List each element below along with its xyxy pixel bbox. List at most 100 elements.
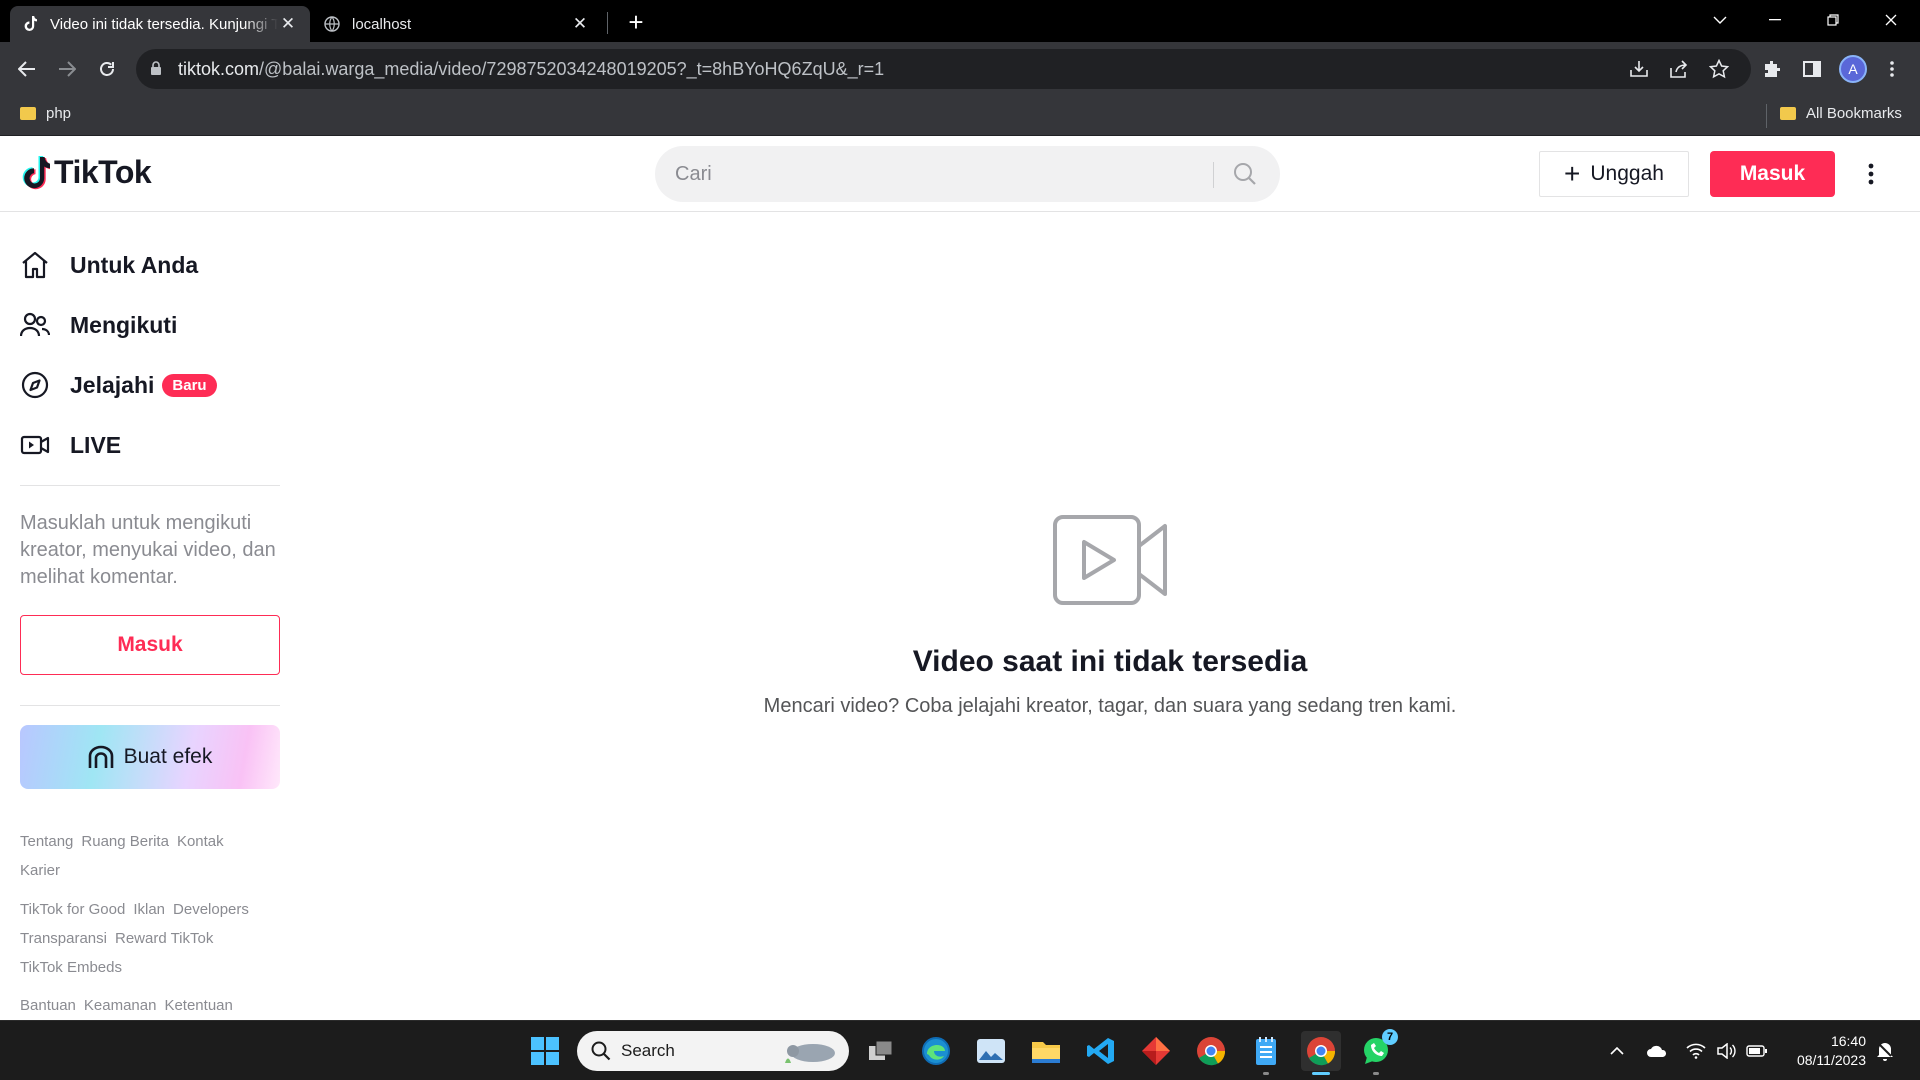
chrome-menu-icon[interactable] bbox=[1876, 53, 1908, 85]
tab-title: Video ini tidak tersedia. Kunjungi TikTo… bbox=[50, 15, 278, 33]
footer-link[interactable]: Keamanan bbox=[84, 997, 157, 1014]
restore-button[interactable] bbox=[1805, 0, 1861, 40]
footer-link[interactable]: Bantuan bbox=[20, 997, 76, 1014]
system-clock[interactable]: 16:40 08/11/2023 bbox=[1780, 1032, 1866, 1070]
plus-icon: + bbox=[1564, 158, 1581, 189]
sidebar-divider bbox=[20, 705, 280, 706]
wifi-icon[interactable] bbox=[1684, 1039, 1708, 1063]
login-hint-text: Masuklah untuk mengikuti kreator, menyuk… bbox=[20, 512, 276, 588]
tiktok-note-icon bbox=[22, 155, 50, 189]
nav-item-live[interactable]: LIVE bbox=[20, 421, 280, 469]
photos-app-icon[interactable] bbox=[971, 1031, 1011, 1071]
bookmarks-divider bbox=[1766, 104, 1767, 128]
manatee-search-highlight-icon bbox=[785, 1044, 835, 1063]
nav-item-explore[interactable]: Jelajahi Baru bbox=[20, 361, 280, 409]
forward-button[interactable] bbox=[51, 53, 83, 85]
running-indicator bbox=[1312, 1072, 1330, 1075]
taskbar-search-label: Search bbox=[621, 1041, 675, 1060]
create-effect-button[interactable]: Buat efek bbox=[20, 725, 280, 789]
search-icon bbox=[591, 1041, 611, 1061]
address-bar[interactable]: tiktok.com/@balai.warga_media/video/7298… bbox=[136, 49, 1751, 89]
tiktok-logo[interactable]: TikTok bbox=[20, 154, 152, 191]
all-bookmarks[interactable]: All Bookmarks bbox=[1780, 105, 1902, 122]
task-view-icon[interactable] bbox=[861, 1031, 901, 1071]
battery-icon[interactable] bbox=[1745, 1039, 1769, 1063]
folder-icon bbox=[1780, 107, 1796, 120]
side-panel-icon[interactable] bbox=[1796, 53, 1828, 85]
chevron-up-icon[interactable] bbox=[1605, 1039, 1629, 1063]
footer-link[interactable]: TikTok Embeds bbox=[20, 959, 122, 976]
browser-tab-strip: Video ini tidak tersedia. Kunjungi TikTo… bbox=[0, 0, 1920, 42]
close-tab-icon[interactable]: ✕ bbox=[278, 14, 298, 34]
tab-divider bbox=[607, 12, 608, 34]
browser-toolbar: tiktok.com/@balai.warga_media/video/7298… bbox=[0, 42, 1920, 96]
bookmark-label: php bbox=[46, 105, 72, 122]
home-icon bbox=[20, 249, 58, 281]
edge-browser-icon[interactable] bbox=[916, 1031, 956, 1071]
lock-icon[interactable] bbox=[150, 61, 162, 81]
compass-icon bbox=[20, 369, 58, 401]
bookmark-php[interactable]: php bbox=[20, 105, 71, 122]
url-text[interactable]: tiktok.com/@balai.warga_media/video/7298… bbox=[178, 59, 884, 80]
live-icon bbox=[20, 429, 58, 461]
onedrive-cloud-icon[interactable] bbox=[1645, 1039, 1669, 1063]
volume-icon[interactable] bbox=[1714, 1039, 1738, 1063]
back-button[interactable] bbox=[11, 53, 43, 85]
browser-tab-localhost[interactable]: localhost ✕ bbox=[312, 6, 602, 42]
notification-bell-icon[interactable] bbox=[1873, 1039, 1897, 1063]
nav-item-for-you[interactable]: Untuk Anda bbox=[20, 241, 280, 289]
whatsapp-icon[interactable]: 7 bbox=[1356, 1029, 1398, 1075]
footer-link[interactable]: TikTok for Good bbox=[20, 901, 125, 918]
logo-wordmark: TikTok bbox=[54, 154, 152, 190]
chrome-icon[interactable] bbox=[1191, 1031, 1231, 1071]
footer-link[interactable]: Transparansi bbox=[20, 930, 107, 947]
vscode-icon[interactable] bbox=[1081, 1031, 1121, 1071]
footer-link[interactable]: Reward TikTok bbox=[115, 930, 213, 947]
empty-state-subtitle: Mencari video? Coba jelajahi kreator, ta… bbox=[763, 695, 1457, 717]
running-indicator bbox=[1373, 1072, 1379, 1075]
footer-link[interactable]: Ketentuan bbox=[164, 997, 232, 1014]
nav-label: Untuk Anda bbox=[70, 251, 199, 278]
start-windows-icon[interactable] bbox=[525, 1031, 565, 1071]
browser-tab-tiktok[interactable]: Video ini tidak tersedia. Kunjungi TikTo… bbox=[10, 6, 310, 42]
nav-item-following[interactable]: Mengikuti bbox=[20, 301, 280, 349]
bookmark-star-icon[interactable] bbox=[1707, 57, 1731, 81]
footer-links-group-2: TikTok for Good Iklan Developers Transpara… bbox=[20, 895, 280, 982]
close-tab-icon[interactable]: ✕ bbox=[570, 14, 590, 34]
effect-house-icon bbox=[88, 745, 114, 769]
minimize-button[interactable] bbox=[1747, 0, 1803, 40]
windows-taskbar: Search 7 16:40 08/11/2023 bbox=[0, 1020, 1920, 1080]
more-options-icon[interactable] bbox=[1858, 158, 1884, 190]
upload-button[interactable]: + Unggah bbox=[1539, 151, 1689, 197]
globe-icon bbox=[324, 16, 340, 32]
profile-avatar[interactable]: A bbox=[1839, 55, 1867, 83]
close-window-button[interactable] bbox=[1863, 0, 1919, 40]
new-tab-button[interactable]: + bbox=[622, 7, 650, 37]
footer-link[interactable]: Karier bbox=[20, 862, 60, 879]
footer-link[interactable]: Tentang bbox=[20, 833, 73, 850]
share-icon[interactable] bbox=[1667, 57, 1691, 81]
reload-button[interactable] bbox=[91, 53, 123, 85]
file-explorer-icon[interactable] bbox=[1026, 1031, 1066, 1071]
search-input[interactable] bbox=[675, 154, 1215, 194]
chrome-active-icon[interactable] bbox=[1301, 1031, 1341, 1075]
search-divider bbox=[1213, 162, 1214, 188]
notification-badge: 7 bbox=[1382, 1029, 1398, 1045]
tab-search-chevron-icon[interactable] bbox=[1692, 0, 1748, 40]
footer-link[interactable]: Ruang Berita bbox=[81, 833, 169, 850]
taskbar-search[interactable]: Search bbox=[577, 1031, 849, 1071]
git-app-icon[interactable] bbox=[1136, 1031, 1176, 1071]
footer-link[interactable]: Developers bbox=[173, 901, 249, 918]
footer-link[interactable]: Iklan bbox=[133, 901, 165, 918]
all-bookmarks-label: All Bookmarks bbox=[1806, 105, 1902, 122]
extensions-icon[interactable] bbox=[1756, 53, 1788, 85]
footer-link[interactable]: Kontak bbox=[177, 833, 224, 850]
sidebar-divider bbox=[20, 485, 280, 486]
footer-links-group-1: Tentang Ruang Berita Kontak Karier bbox=[20, 827, 280, 885]
header-login-button[interactable]: Masuk bbox=[1710, 151, 1835, 197]
sidebar-login-button[interactable]: Masuk bbox=[20, 615, 280, 675]
notepad-icon[interactable] bbox=[1246, 1031, 1286, 1075]
search-bar bbox=[655, 146, 1280, 202]
search-icon[interactable] bbox=[1225, 156, 1265, 192]
install-app-icon[interactable] bbox=[1627, 57, 1651, 81]
